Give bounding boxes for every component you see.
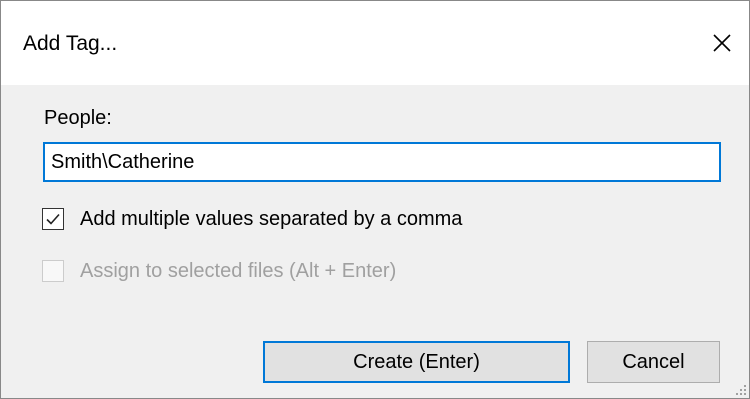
multiple-values-option[interactable]: Add multiple values separated by a comma xyxy=(42,207,462,231)
dialog-title: Add Tag... xyxy=(23,32,118,55)
create-button[interactable]: Create (Enter) xyxy=(263,341,570,383)
checkmark-icon xyxy=(46,213,60,225)
assign-selected-checkbox xyxy=(42,260,64,282)
people-input[interactable] xyxy=(43,142,721,182)
title-bar: Add Tag... xyxy=(1,1,749,85)
multiple-values-label: Add multiple values separated by a comma xyxy=(80,208,463,230)
resize-grip-icon[interactable] xyxy=(735,384,747,396)
multiple-values-checkbox[interactable] xyxy=(42,208,64,230)
assign-selected-label: Assign to selected files (Alt + Enter) xyxy=(80,260,397,282)
assign-selected-option: Assign to selected files (Alt + Enter) xyxy=(42,259,396,283)
close-icon xyxy=(713,34,731,52)
close-button[interactable] xyxy=(699,19,745,67)
people-label: People: xyxy=(44,107,112,129)
cancel-button[interactable]: Cancel xyxy=(587,341,720,383)
add-tag-dialog: Add Tag... People: Add multiple values s… xyxy=(0,0,750,399)
